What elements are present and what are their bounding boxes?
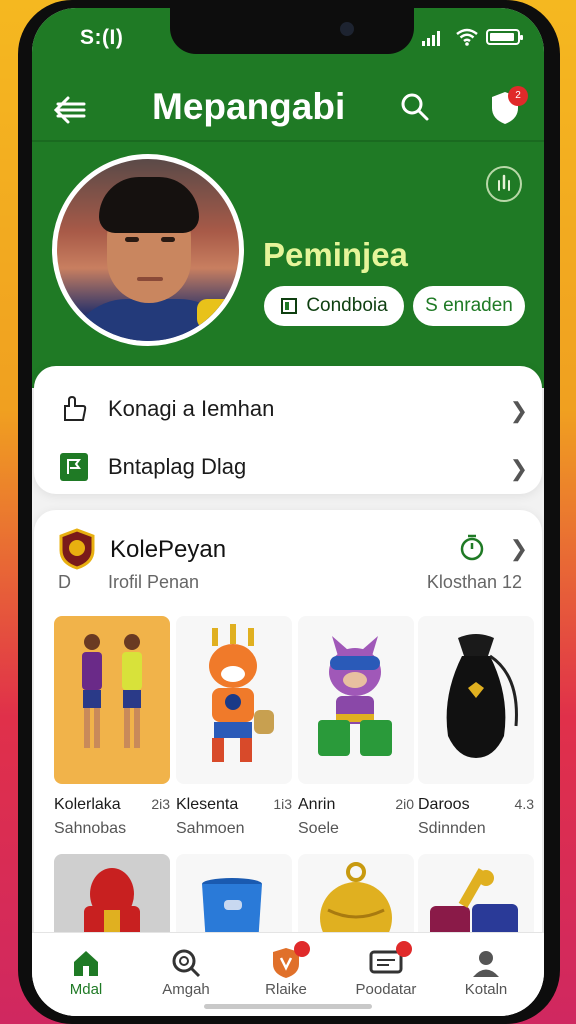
flag-icon (58, 451, 90, 483)
profile-action-label-2: S enraden (425, 295, 513, 316)
shield-notification-button[interactable]: 2 (490, 86, 528, 131)
app-bar: Mepangabi 2 (32, 80, 544, 136)
gold-ball-item-tile[interactable] (298, 854, 414, 944)
menu-card: Konagi a Iemhan ❯ Bntaplag Dlag ❯ (34, 366, 542, 494)
tab-home[interactable]: Mdal (36, 933, 136, 1016)
collection-sub-mid: Irofil Penan (108, 572, 200, 592)
status-time: S:(I) (80, 26, 124, 49)
item-sub: Sahmoen (176, 820, 245, 837)
collection-title: KolePeyan (110, 536, 227, 563)
item-name: Anrin (298, 796, 336, 813)
item-count: 2i3 (151, 796, 170, 812)
menu-item-label: Konagi a Iemhan (108, 396, 275, 421)
header-divider (32, 140, 544, 142)
item-sub: Sdinnden (418, 820, 486, 837)
tab-label: Rlaike (265, 981, 307, 998)
person-icon (436, 945, 536, 981)
menu-item-flag[interactable]: Bntaplag Dlag ❯ (58, 442, 528, 492)
tab-shield[interactable]: Rlaike (236, 941, 336, 998)
item-name: Daroos (418, 796, 470, 813)
home-indicator (204, 1004, 372, 1009)
collection-header[interactable]: KolePeyan ❯ (58, 528, 528, 572)
doc-icon (281, 298, 298, 314)
camera-notch (170, 8, 414, 54)
jersey-item-tile[interactable] (54, 854, 170, 944)
notification-badge (294, 941, 310, 957)
signal-icon (422, 30, 440, 46)
chevron-right-icon: ❯ (509, 456, 528, 481)
players-image (54, 616, 170, 784)
cat-mascot-image (298, 616, 414, 784)
menu-item-share[interactable]: Konagi a Iemhan ❯ (58, 384, 528, 434)
tab-podcast[interactable]: Poodatar (336, 941, 436, 998)
collection-item[interactable]: Daroos 4.3 Sdinnden (418, 616, 534, 838)
home-icon (36, 945, 136, 981)
dice-item-tile[interactable] (418, 854, 534, 944)
tab-label: Mdal (69, 981, 103, 998)
back-arrow-icon[interactable] (50, 92, 90, 128)
tab-profile[interactable]: Kotaln (436, 945, 536, 998)
tab-label: Poodatar (355, 981, 417, 998)
notification-badge: 2 (508, 86, 528, 106)
item-count: 4.3 (514, 796, 534, 812)
item-count: 1i3 (273, 796, 292, 812)
collection-item[interactable]: Klesenta 1i3 Sahmoen (176, 616, 292, 838)
menu-item-label: Bntaplag Dlag (108, 454, 247, 479)
item-name: Klesenta (176, 796, 239, 813)
search-icon[interactable] (400, 92, 430, 122)
collection-sub-right: Klosthan 12 (426, 572, 522, 592)
notification-badge (396, 941, 412, 957)
item-name: Kolerlaka (54, 796, 121, 813)
profile-action-button-1[interactable]: Condboia (264, 286, 404, 326)
chevron-right-icon: ❯ (509, 536, 528, 561)
avatar[interactable] (52, 154, 244, 346)
tab-search[interactable]: Amgah (136, 945, 236, 998)
item-sub: Sahnobas (54, 820, 127, 837)
collection-sub-left: D (58, 572, 71, 592)
monitor-icon (336, 941, 436, 981)
collection-item[interactable]: Anrin 2i0 Soele (298, 616, 414, 838)
chevron-right-icon: ❯ (509, 398, 528, 423)
history-icon[interactable] (486, 166, 522, 202)
search-icon (136, 945, 236, 981)
battery-icon (486, 29, 523, 45)
item-count: 2i0 (395, 796, 414, 812)
team-crest-icon (59, 528, 95, 570)
fox-mascot-image (176, 616, 292, 784)
black-bag-image (418, 616, 534, 784)
tab-label: Amgah (162, 981, 210, 998)
profile-action-label-1: Condboia (306, 295, 388, 316)
profile-name: Peminjea (263, 236, 408, 273)
app-screen: S:(I) Mepangabi 2 Peminjea Condboia S en… (32, 8, 544, 1016)
collection-item[interactable]: Kolerlaka 2i3 Sahnobas (54, 616, 170, 838)
item-sub: Soele (298, 820, 339, 837)
profile-action-button-2[interactable]: S enraden (413, 286, 525, 326)
wifi-icon (456, 28, 478, 46)
share-icon (58, 393, 90, 425)
tab-label: Kotaln (464, 981, 508, 998)
shield-icon (236, 941, 336, 981)
cup-item-tile[interactable] (176, 854, 292, 944)
app-title: Mepangabi (152, 86, 346, 127)
timer-icon (460, 534, 484, 561)
